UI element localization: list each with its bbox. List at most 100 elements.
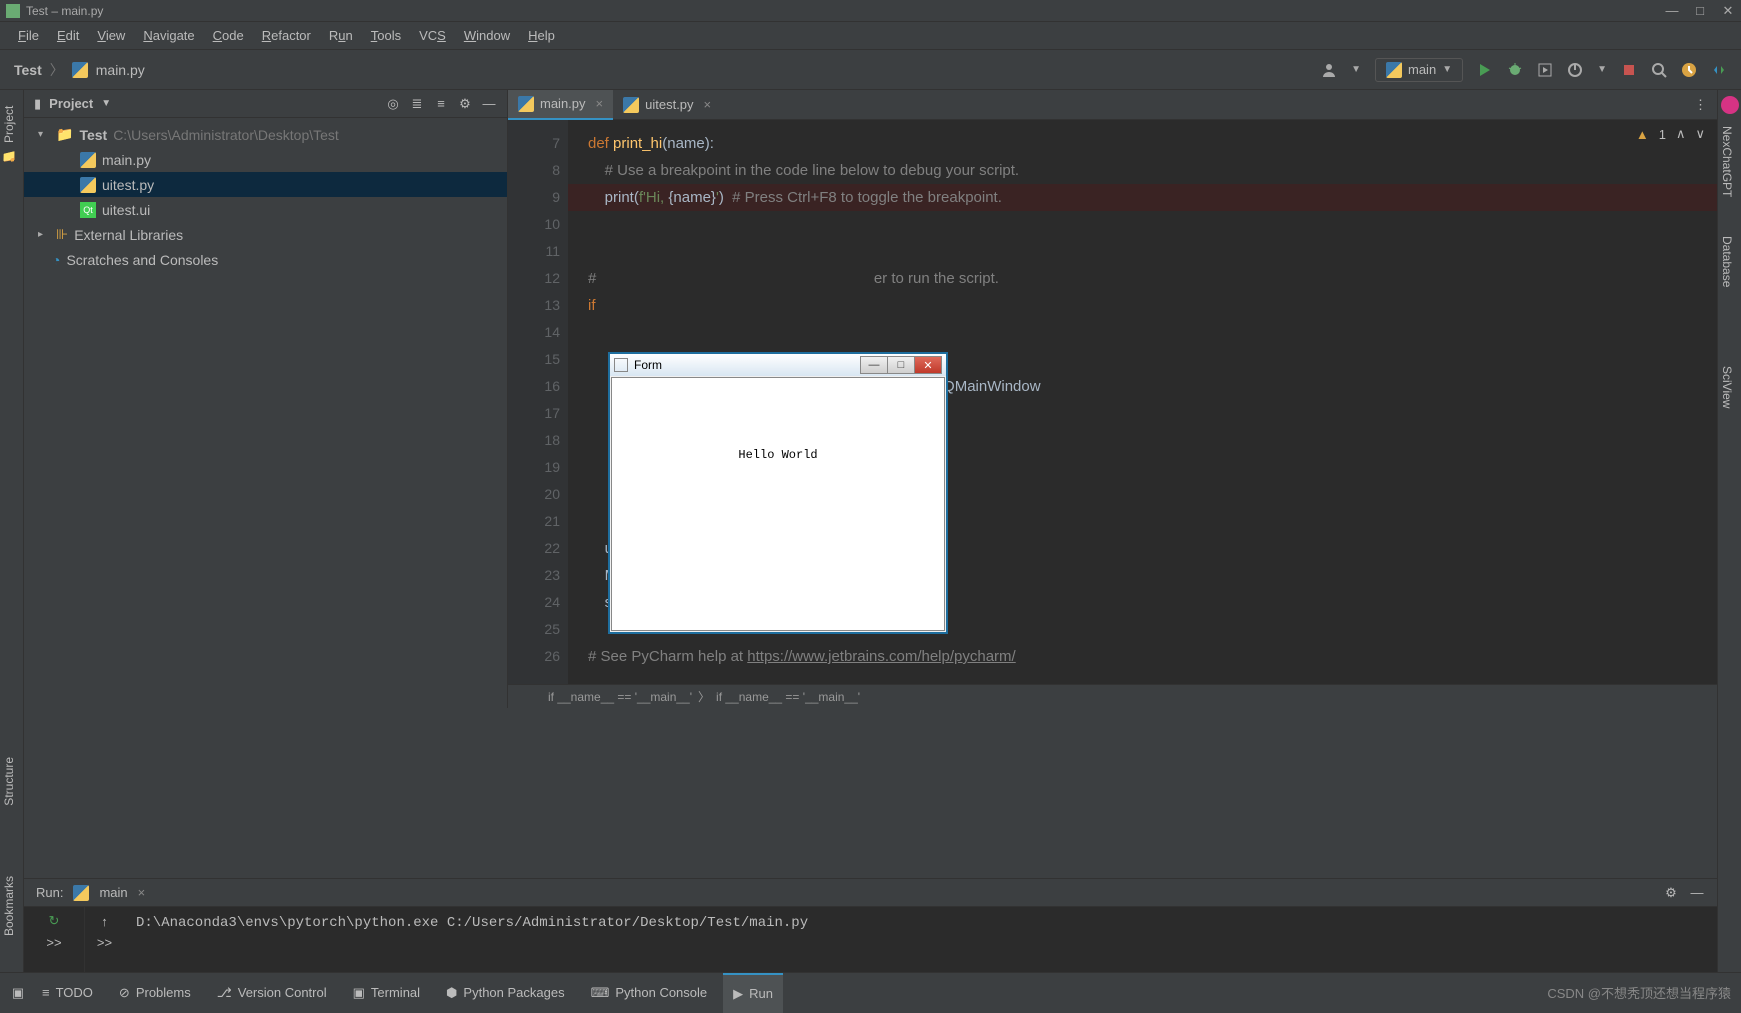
menu-refactor[interactable]: Refactor bbox=[254, 26, 319, 45]
prev-highlight-icon[interactable]: ∧ bbox=[1676, 126, 1686, 142]
more-actions-icon[interactable]: >> bbox=[46, 935, 61, 950]
python-file-icon bbox=[80, 152, 96, 168]
run-button[interactable] bbox=[1477, 62, 1493, 78]
crumb-sep: 〉 bbox=[698, 688, 710, 705]
close-tab-icon[interactable]: × bbox=[596, 96, 604, 111]
tab-uitest-py[interactable]: uitest.py× bbox=[613, 90, 721, 120]
dialog-titlebar[interactable]: Form — □ ✕ bbox=[610, 354, 946, 376]
right-toolwindow-bar: NexChatGPT Database SciView bbox=[1717, 90, 1741, 972]
project-panel-title[interactable]: Project bbox=[49, 96, 93, 111]
tree-file-uitest-ui[interactable]: Qt uitest.ui bbox=[24, 197, 507, 222]
stop-button[interactable] bbox=[1621, 62, 1637, 78]
dialog-maximize-button[interactable]: □ bbox=[887, 356, 915, 374]
sidebar-sciview[interactable]: SciView bbox=[1718, 360, 1736, 414]
close-button[interactable]: ✕ bbox=[1721, 3, 1735, 19]
toolwindows-icon[interactable]: ▣ bbox=[10, 985, 26, 1001]
titlebar: Test – main.py — □ ✕ bbox=[0, 0, 1741, 22]
dropdown-arrow-icon: ▼ bbox=[1442, 64, 1452, 75]
run-config-label[interactable]: main bbox=[99, 885, 127, 900]
menu-run[interactable]: Run bbox=[321, 26, 361, 45]
profile-button[interactable] bbox=[1567, 62, 1583, 78]
hide-icon[interactable]: — bbox=[1689, 885, 1705, 901]
sb-problems[interactable]: ⊘ Problems bbox=[109, 985, 201, 1001]
qt-form-window[interactable]: Form — □ ✕ Hello World bbox=[608, 352, 948, 634]
more-actions-icon[interactable]: >> bbox=[97, 935, 112, 950]
settings-icon[interactable]: ⚙ bbox=[457, 96, 473, 112]
tabs-more-icon[interactable]: ⋮ bbox=[1684, 97, 1717, 113]
sidebar-project[interactable]: 📁 Project bbox=[0, 100, 18, 168]
rerun-icon[interactable]: ↻ bbox=[46, 913, 62, 929]
folder-icon: ▮ bbox=[34, 96, 41, 112]
sb-todo[interactable]: ≡ TODO bbox=[32, 985, 103, 1000]
next-highlight-icon[interactable]: ∨ bbox=[1695, 126, 1705, 142]
tree-external-libs[interactable]: ▸ ⊪ External Libraries bbox=[24, 222, 507, 247]
menu-window[interactable]: Window bbox=[456, 26, 518, 45]
close-tab-icon[interactable]: × bbox=[138, 885, 146, 900]
sidebar-database[interactable]: Database bbox=[1718, 230, 1736, 293]
project-panel: ▮ Project ▼ ◎ ≣ ≡ ⚙ — ▾📁 Test C:\Users\A… bbox=[24, 90, 508, 708]
update-icon[interactable] bbox=[1681, 62, 1697, 78]
maximize-button[interactable]: □ bbox=[1693, 3, 1707, 19]
menu-file[interactable]: File bbox=[10, 26, 47, 45]
user-dropdown-arrow[interactable]: ▼ bbox=[1351, 64, 1361, 75]
scratches-icon: ◔ bbox=[52, 252, 60, 268]
menu-edit[interactable]: Edit bbox=[49, 26, 87, 45]
menu-vcs[interactable]: VCS bbox=[411, 26, 454, 45]
sidebar-bookmarks[interactable]: Bookmarks bbox=[0, 870, 18, 942]
library-icon: ⊪ bbox=[56, 226, 68, 243]
codewithme-icon[interactable] bbox=[1711, 62, 1727, 78]
tab-main-py[interactable]: main.py× bbox=[508, 90, 613, 120]
nav-file[interactable]: main.py bbox=[96, 62, 145, 78]
menu-view[interactable]: View bbox=[89, 26, 133, 45]
sidebar-nexchatgpt[interactable]: NexChatGPT bbox=[1718, 120, 1736, 203]
menu-help[interactable]: Help bbox=[520, 26, 563, 45]
warning-count: 1 bbox=[1659, 127, 1666, 142]
menu-navigate[interactable]: Navigate bbox=[135, 26, 202, 45]
python-icon bbox=[1386, 62, 1402, 78]
nav-root[interactable]: Test bbox=[14, 62, 42, 78]
crumb-item[interactable]: if __name__ == '__main__' bbox=[548, 690, 692, 704]
code-breadcrumb: if __name__ == '__main__' 〉 if __name__ … bbox=[508, 684, 1717, 708]
dialog-minimize-button[interactable]: — bbox=[860, 356, 888, 374]
menubar: File Edit View Navigate Code Refactor Ru… bbox=[0, 22, 1741, 50]
debug-button[interactable] bbox=[1507, 62, 1523, 78]
expand-all-icon[interactable]: ≣ bbox=[409, 96, 425, 112]
search-button[interactable] bbox=[1651, 62, 1667, 78]
coverage-button[interactable] bbox=[1537, 62, 1553, 78]
profile-dropdown-arrow[interactable]: ▼ bbox=[1597, 64, 1607, 75]
tree-file-uitest-py[interactable]: uitest.py bbox=[24, 172, 507, 197]
close-tab-icon[interactable]: × bbox=[704, 97, 712, 112]
tree-scratches[interactable]: ◔ Scratches and Consoles bbox=[24, 247, 507, 272]
sb-run[interactable]: ▶ Run bbox=[723, 973, 783, 1013]
locate-icon[interactable]: ◎ bbox=[385, 96, 401, 112]
project-dropdown-icon[interactable]: ▼ bbox=[101, 98, 111, 109]
editor-tabs: main.py× uitest.py× ⋮ bbox=[508, 90, 1717, 120]
dialog-icon bbox=[614, 358, 628, 372]
minimize-button[interactable]: — bbox=[1665, 3, 1679, 19]
dialog-body: Hello World bbox=[611, 377, 945, 631]
user-icon[interactable] bbox=[1321, 62, 1337, 78]
sb-terminal[interactable]: ▣ Terminal bbox=[343, 985, 430, 1001]
crumb-item[interactable]: if __name__ == '__main__' bbox=[716, 690, 860, 704]
tree-file-main[interactable]: main.py bbox=[24, 147, 507, 172]
menu-tools[interactable]: Tools bbox=[363, 26, 409, 45]
hello-label: Hello World bbox=[738, 448, 817, 462]
line-number-gutter: 7 8 9 10 11 12 ▶13 14 15 16 17 ▶18 19 20… bbox=[508, 120, 568, 684]
watermark: CSDN @不想秃顶还想当程序猿 bbox=[1547, 983, 1731, 1002]
sb-python-console[interactable]: ⌨ Python Console bbox=[581, 985, 718, 1001]
dialog-close-button[interactable]: ✕ bbox=[914, 356, 942, 374]
menu-code[interactable]: Code bbox=[205, 26, 252, 45]
run-config-selector[interactable]: main ▼ bbox=[1375, 58, 1463, 82]
gear-icon[interactable]: ⚙ bbox=[1663, 885, 1679, 901]
warning-icon[interactable]: ▲ bbox=[1636, 127, 1649, 142]
scroll-up-icon[interactable]: ↑ bbox=[97, 913, 113, 929]
run-output[interactable]: D:\Anaconda3\envs\pytorch\python.exe C:/… bbox=[124, 907, 1717, 972]
collapse-all-icon[interactable]: ≡ bbox=[433, 96, 449, 112]
nexchatgpt-icon[interactable] bbox=[1721, 96, 1739, 114]
sb-python-packages[interactable]: ⬢ Python Packages bbox=[436, 985, 575, 1001]
run-title: Run: bbox=[36, 885, 63, 900]
hide-icon[interactable]: — bbox=[481, 96, 497, 112]
sidebar-structure[interactable]: Structure bbox=[0, 751, 18, 812]
sb-version-control[interactable]: ⎇ Version Control bbox=[207, 985, 337, 1001]
tree-root[interactable]: ▾📁 Test C:\Users\Administrator\Desktop\T… bbox=[24, 122, 507, 147]
